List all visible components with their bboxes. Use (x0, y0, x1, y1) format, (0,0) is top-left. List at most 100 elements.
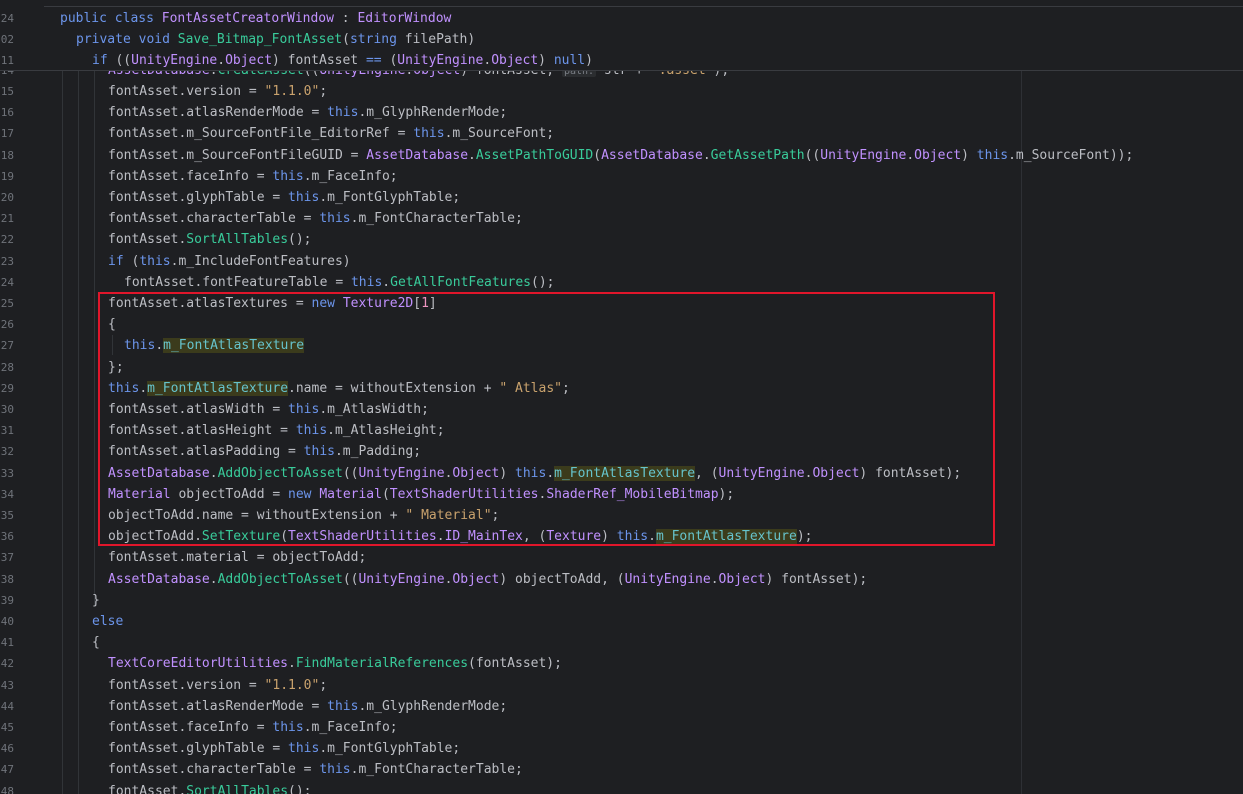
code-text[interactable]: } (92, 590, 100, 611)
line-number[interactable]: 46 (0, 738, 14, 759)
line-number[interactable]: 19 (0, 166, 14, 187)
code-token: else (92, 614, 124, 629)
line-number[interactable]: 44 (0, 696, 14, 717)
code-line[interactable]: 17 fontAsset.m_SourceFontFile_EditorRef =… (0, 123, 1243, 144)
code-line[interactable]: 48 fontAsset.SortAllTables(); (0, 781, 1243, 794)
code-line[interactable]: 15 fontAsset.version = "1.1.0"; (0, 81, 1243, 102)
code-text[interactable]: fontAsset.characterTable = this.m_FontCh… (108, 208, 523, 229)
line-number[interactable]: 17 (0, 123, 14, 144)
line-number[interactable]: 11 (0, 50, 14, 71)
line-number[interactable]: 33 (0, 463, 14, 484)
line-number[interactable]: 25 (0, 293, 14, 314)
code-text[interactable]: fontAsset.fontFeatureTable = this.GetAll… (124, 272, 555, 293)
code-text[interactable]: fontAsset.characterTable = this.m_FontCh… (108, 759, 523, 780)
code-text[interactable]: fontAsset.material = objectToAdd; (108, 547, 366, 568)
code-text[interactable]: fontAsset.m_SourceFontFile_EditorRef = t… (108, 123, 554, 144)
code-text[interactable]: fontAsset.atlasRenderMode = this.m_Glyph… (108, 696, 507, 717)
code-text[interactable]: { (92, 632, 100, 653)
code-token: fontAsset.atlasRenderMode = (108, 105, 328, 121)
sticky-line[interactable]: 02 private void Save_Bitmap_FontAsset(str… (0, 29, 1243, 50)
line-number[interactable]: 36 (0, 526, 14, 547)
code-line[interactable]: 46 fontAsset.glyphTable = this.m_FontGlyp… (0, 738, 1243, 759)
sticky-line[interactable]: 11 if ((UnityEngine.Object) fontAsset == … (0, 50, 1243, 71)
code-text[interactable]: fontAsset.version = "1.1.0"; (108, 675, 327, 696)
code-text[interactable]: TextCoreEditorUtilities.FindMaterialRefe… (108, 653, 562, 674)
sticky-line[interactable]: 24 public class FontAssetCreatorWindow : … (0, 8, 1243, 29)
code-line[interactable]: 42 TextCoreEditorUtilities.FindMaterialRe… (0, 653, 1243, 674)
code-token: fontAsset.glyphTable = (108, 190, 289, 205)
line-number[interactable]: 47 (0, 759, 14, 780)
line-number[interactable]: 42 (0, 653, 14, 674)
code-editor[interactable]: 14AssetDatabase.CreateAsset((UnityEngine… (0, 0, 1243, 794)
line-number[interactable]: 15 (0, 81, 14, 102)
line-number[interactable]: 34 (0, 484, 14, 505)
code-text[interactable]: fontAsset.faceInfo = this.m_FaceInfo; (108, 717, 398, 738)
line-number[interactable]: 02 (0, 29, 14, 50)
code-text[interactable]: if ((UnityEngine.Object) fontAsset == (U… (92, 50, 593, 71)
line-number[interactable]: 41 (0, 632, 14, 653)
code-token: ( (593, 147, 602, 163)
line-number[interactable]: 30 (0, 399, 14, 420)
code-text[interactable]: fontAsset.SortAllTables(); (108, 229, 312, 250)
line-number[interactable]: 28 (0, 357, 14, 378)
code-line[interactable]: 37 fontAsset.material = objectToAdd; (0, 547, 1243, 568)
line-number[interactable]: 38 (0, 569, 14, 590)
code-line[interactable]: 24 fontAsset.fontFeatureTable = this.GetA… (0, 272, 1243, 293)
line-number[interactable]: 32 (0, 441, 14, 462)
code-token: : (333, 11, 358, 26)
code-line[interactable]: 47 fontAsset.characterTable = this.m_Font… (0, 759, 1243, 780)
sticky-scroll-header[interactable]: 24 public class FontAssetCreatorWindow : … (0, 0, 1243, 71)
line-number[interactable]: 40 (0, 611, 14, 632)
code-line[interactable]: 45 fontAsset.faceInfo = this.m_FaceInfo; (0, 717, 1243, 738)
line-number[interactable]: 29 (0, 378, 14, 399)
code-line[interactable]: 44 fontAsset.atlasRenderMode = this.m_Gly… (0, 696, 1243, 717)
line-number[interactable]: 24 (0, 8, 14, 29)
code-line[interactable]: 16 fontAsset.atlasRenderMode = this.m_Gly… (0, 102, 1243, 123)
code-line[interactable]: 41 { (0, 632, 1243, 653)
code-line[interactable]: 39} (0, 590, 1243, 611)
code-text[interactable]: fontAsset.version = "1.1.0"; (108, 81, 327, 102)
code-line[interactable]: 23 if (this.m_IncludeFontFeatures) (0, 251, 1243, 272)
code-token: UnityEngine (131, 53, 218, 68)
code-token: string (349, 32, 405, 47)
code-line[interactable]: 43 fontAsset.version = "1.1.0"; (0, 675, 1243, 696)
code-token: .m_FontCharacterTable; (350, 762, 523, 778)
line-number[interactable]: 43 (0, 675, 14, 696)
line-number[interactable]: 18 (0, 145, 14, 166)
code-line[interactable]: 21 fontAsset.characterTable = this.m_Font… (0, 208, 1243, 229)
line-number[interactable]: 21 (0, 208, 14, 229)
code-text[interactable]: fontAsset.SortAllTables(); (108, 781, 312, 794)
code-text[interactable]: fontAsset.glyphTable = this.m_FontGlyphT… (108, 738, 460, 759)
code-line[interactable]: 20 fontAsset.glyphTable = this.m_FontGlyp… (0, 187, 1243, 208)
line-number[interactable]: 31 (0, 420, 14, 441)
line-number[interactable]: 16 (0, 102, 14, 123)
line-number[interactable]: 37 (0, 547, 14, 568)
code-line[interactable]: 19 fontAsset.faceInfo = this.m_FaceInfo; (0, 166, 1243, 187)
code-line[interactable]: 40 else (0, 611, 1243, 632)
line-number[interactable]: 20 (0, 187, 14, 208)
line-number[interactable]: 27 (0, 335, 14, 356)
code-text[interactable]: fontAsset.faceInfo = this.m_FaceInfo; (108, 166, 398, 187)
line-number[interactable]: 24 (0, 272, 14, 293)
code-text[interactable]: AssetDatabase.AddObjectToAsset((UnityEng… (108, 569, 867, 590)
code-text[interactable]: fontAsset.glyphTable = this.m_FontGlyphT… (108, 187, 460, 208)
code-text[interactable]: public class FontAssetCreatorWindow : Ed… (60, 8, 451, 29)
line-number[interactable]: 26 (0, 314, 14, 335)
line-number[interactable]: 22 (0, 229, 14, 250)
code-token: } (92, 592, 100, 608)
code-line[interactable]: 38 AssetDatabase.AddObjectToAsset((UnityE… (0, 569, 1243, 590)
line-number[interactable]: 23 (0, 251, 14, 272)
code-token: ) fontAsset (272, 53, 366, 68)
line-number[interactable]: 35 (0, 505, 14, 526)
code-token: Object (718, 571, 766, 587)
code-text[interactable]: if (this.m_IncludeFontFeatures) (108, 251, 351, 272)
code-text[interactable]: fontAsset.atlasRenderMode = this.m_Glyph… (108, 102, 507, 123)
code-line[interactable]: 18 fontAsset.m_SourceFontFileGUID = Asset… (0, 145, 1243, 166)
code-text[interactable]: else (92, 611, 123, 632)
line-number[interactable]: 48 (0, 781, 14, 794)
code-line[interactable]: 22 fontAsset.SortAllTables(); (0, 229, 1243, 250)
code-text[interactable]: fontAsset.m_SourceFontFileGUID = AssetDa… (108, 145, 1133, 166)
line-number[interactable]: 45 (0, 717, 14, 738)
line-number[interactable]: 39 (0, 590, 14, 611)
code-text[interactable]: private void Save_Bitmap_FontAsset(strin… (76, 29, 475, 50)
